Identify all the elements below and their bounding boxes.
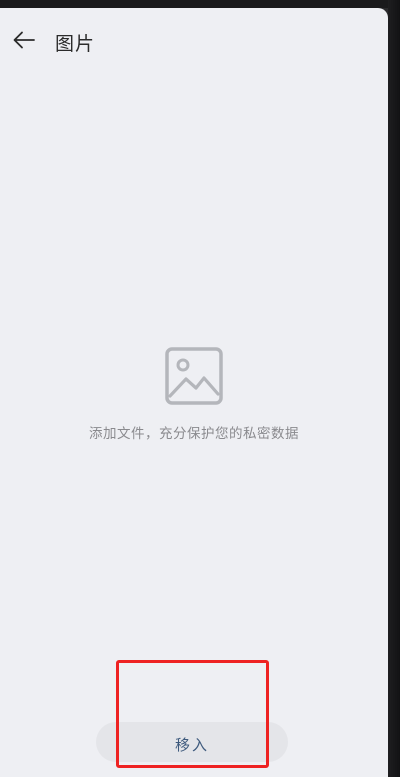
back-arrow-icon [13, 31, 35, 49]
empty-state: 添加文件，充分保护您的私密数据 [0, 346, 388, 442]
top-app-bar: 图片 [0, 24, 388, 60]
phone-screen: 图片 添加文件，充分保护您的私密数据 移入 [0, 8, 388, 777]
move-in-button[interactable]: 移入 [96, 722, 288, 762]
empty-state-message: 添加文件，充分保护您的私密数据 [89, 426, 299, 442]
back-button[interactable] [12, 28, 36, 52]
page-title: 图片 [55, 33, 96, 55]
move-in-button-label: 移入 [174, 735, 209, 754]
picture-icon [165, 347, 223, 405]
device-top-bezel [0, 0, 400, 8]
device-right-bezel [388, 0, 400, 777]
